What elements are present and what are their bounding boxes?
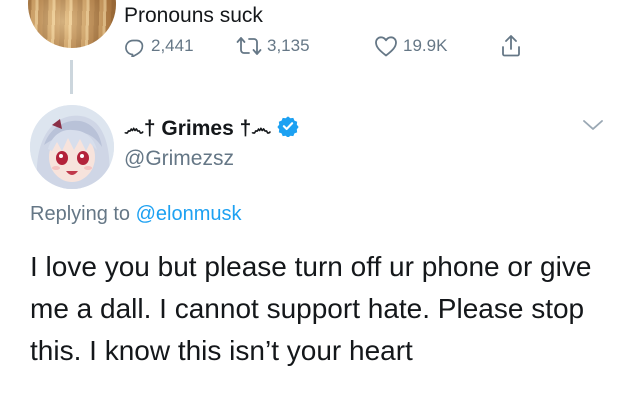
tweet-body: I love you but please turn off ur phone … xyxy=(30,251,592,366)
like-icon xyxy=(374,35,398,57)
more-options-button[interactable] xyxy=(582,118,604,137)
display-name-row[interactable]: ෴† Grimes †෴ xyxy=(124,115,299,143)
like-button[interactable]: 19.9K xyxy=(374,35,447,57)
share-button[interactable] xyxy=(500,34,522,58)
verified-icon xyxy=(277,115,299,143)
retweet-count: 3,135 xyxy=(267,36,310,55)
replying-to-line: Replying to @elonmusk xyxy=(30,203,242,226)
retweet-button[interactable]: 3,135 xyxy=(236,35,310,57)
thread-line xyxy=(70,60,73,94)
like-count: 19.9K xyxy=(403,36,448,55)
reply-button[interactable]: 2,441 xyxy=(124,35,194,57)
display-name[interactable]: ෴† Grimes †෴ xyxy=(124,117,271,141)
replying-to-mention[interactable]: @elonmusk xyxy=(136,203,242,225)
retweet-icon xyxy=(236,35,262,57)
reply-count: 2,441 xyxy=(151,36,194,55)
parent-tweet-text: Pronouns suck xyxy=(124,4,263,27)
avatar[interactable] xyxy=(30,105,114,189)
share-icon xyxy=(500,34,522,58)
parent-avatar[interactable] xyxy=(28,0,116,48)
chevron-down-icon xyxy=(582,119,604,136)
replying-prefix: Replying to xyxy=(30,203,131,225)
handle[interactable]: @Grimezsz xyxy=(124,147,234,171)
reply-icon xyxy=(124,35,146,57)
